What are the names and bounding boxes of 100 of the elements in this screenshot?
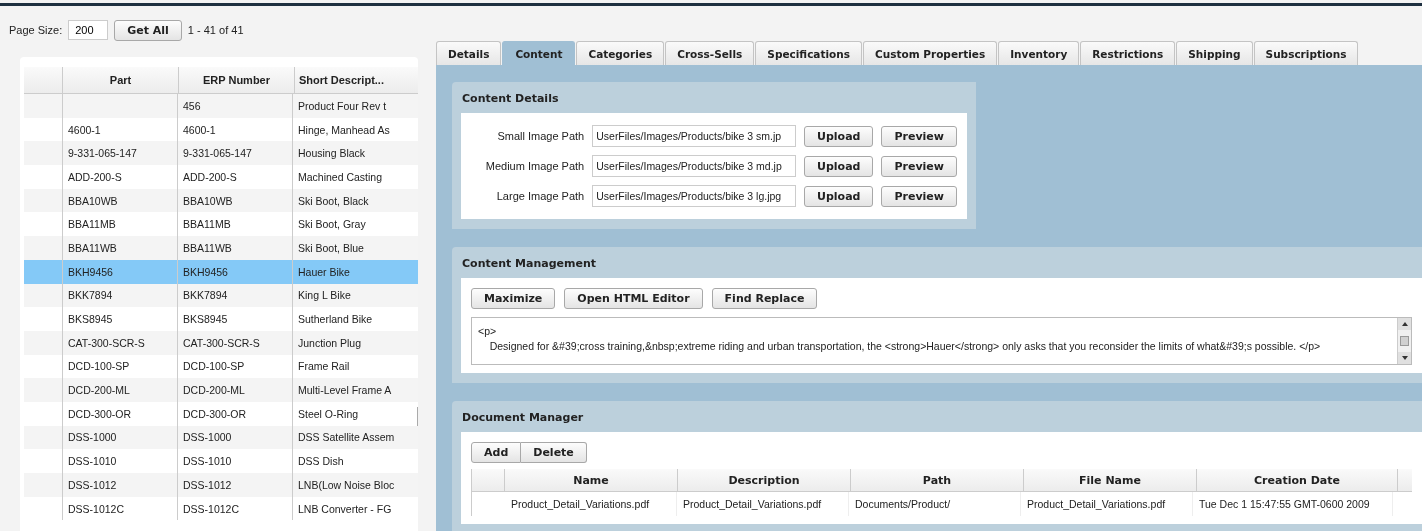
table-cell: DCD-200-ML xyxy=(183,384,245,397)
upload-button[interactable]: Upload xyxy=(804,125,874,147)
table-cell: BBA11MB xyxy=(183,218,231,231)
preview-button[interactable]: Preview xyxy=(881,155,957,177)
tab[interactable]: Specifications xyxy=(755,41,862,65)
page-size-field[interactable]: 200 xyxy=(68,20,109,40)
grid-row[interactable]: BBA11WB BBA11WB Ski Boot, Blue xyxy=(24,236,418,260)
tab[interactable]: Custom Properties xyxy=(863,41,998,65)
grid-row[interactable]: BKH9456 BKH9456 Hauer Bike xyxy=(24,259,418,284)
table-cell: Product_Detail_Variations.pdf xyxy=(1027,498,1166,510)
table-cell: 9-331-065-147 xyxy=(68,147,137,160)
table-cell: ADD-200-S xyxy=(68,170,122,183)
table-cell: DSS Satellite Assem xyxy=(298,431,395,444)
table-cell: Steel O-Ring xyxy=(298,407,359,420)
panel-title: Content Management xyxy=(461,256,598,272)
grid-row[interactable]: BKK7894 BKK7894 King L Bike xyxy=(24,283,418,308)
table-cell: BBA11MB xyxy=(68,218,116,231)
table-cell: BKK7894 xyxy=(183,289,228,302)
table-cell: DSS-1010 xyxy=(68,455,117,468)
table-cell: 4600-1 xyxy=(68,123,101,136)
image-path-field[interactable]: UserFiles/Images/Products/bike 3 md.jp xyxy=(592,155,797,177)
table-cell: BKS8945 xyxy=(183,313,228,326)
table-cell: BBA10WB xyxy=(183,194,233,207)
column-header[interactable]: Creation Date xyxy=(1197,469,1398,491)
tab[interactable]: Restrictions xyxy=(1080,41,1176,65)
table-cell: 456 xyxy=(183,99,201,112)
panel-title: Document Manager xyxy=(461,410,585,426)
table-cell: DSS-1012C xyxy=(183,502,240,515)
table-cell: DCD-100-SP xyxy=(183,360,245,373)
table-cell: Ski Boot, Gray xyxy=(298,218,366,231)
table-cell: LNB Converter - FG xyxy=(298,502,392,515)
column-header[interactable]: Description xyxy=(678,469,851,491)
column-header[interactable]: File Name xyxy=(1024,469,1197,491)
table-cell: DSS-1012 xyxy=(68,478,117,491)
tab[interactable]: Shipping xyxy=(1176,41,1253,65)
tab[interactable]: Categories xyxy=(576,41,665,65)
tab[interactable]: Cross-Sells xyxy=(665,41,755,65)
table-cell: Machined Casting xyxy=(298,170,383,183)
table-cell: Frame Rail xyxy=(298,360,350,373)
table-cell: DCD-100-SP xyxy=(68,360,130,373)
field-label: Small Image Path xyxy=(496,130,585,142)
grid-row[interactable]: DCD-200-ML DCD-200-ML Multi-Level Frame A xyxy=(24,378,418,402)
table-cell: 4600-1 xyxy=(183,123,216,136)
image-path-field[interactable]: UserFiles/Images/Products/bike 3 lg.jpg xyxy=(592,185,797,207)
table-cell: BKS8945 xyxy=(68,313,113,326)
table-cell: Documents/Product/ xyxy=(855,498,951,510)
table-cell: DSS-1010 xyxy=(183,455,232,468)
grid-row[interactable]: DSS-1012 DSS-1012 LNB(Low Noise Bloc xyxy=(24,473,418,497)
toolbar-button[interactable]: Open HTML Editor xyxy=(564,288,703,309)
column-header[interactable]: ERP Number xyxy=(179,67,295,93)
grid-row[interactable]: 9-331-065-147 9-331-065-147 Housing Black xyxy=(24,141,418,166)
get-all-button[interactable]: Get All xyxy=(114,19,182,41)
grid-row[interactable]: CAT-300-SCR-S CAT-300-SCR-S Junction Plug xyxy=(24,330,418,355)
table-cell: Product Four Rev t xyxy=(298,99,387,112)
tab[interactable]: Details xyxy=(436,41,502,65)
table-cell: DSS Dish xyxy=(298,455,344,468)
image-path-field[interactable]: UserFiles/Images/Products/bike 3 sm.jp xyxy=(592,125,797,147)
toolbar-button[interactable]: Add xyxy=(471,442,522,463)
grid-row[interactable]: BBA10WB BBA10WB Ski Boot, Black xyxy=(24,188,418,213)
table-cell: DSS-1000 xyxy=(183,431,232,444)
grid-row[interactable]: 456 Product Four Rev t xyxy=(24,94,418,118)
table-cell: DCD-300-OR xyxy=(68,407,131,420)
column-header[interactable]: Name xyxy=(505,469,678,491)
table-cell: DCD-300-OR xyxy=(183,407,246,420)
table-cell: DSS-1000 xyxy=(68,431,117,444)
table-cell: Product_Detail_Variations.pdf xyxy=(511,498,650,510)
preview-button[interactable]: Preview xyxy=(881,185,957,207)
table-cell: Junction Plug xyxy=(298,336,362,349)
paging-info: 1 - 41 of 41 xyxy=(187,24,244,36)
upload-button[interactable]: Upload xyxy=(804,155,874,177)
table-cell: Ski Boot, Blue xyxy=(298,241,364,254)
page-size-label: Page Size: xyxy=(9,24,63,36)
tab[interactable]: Inventory xyxy=(998,41,1080,65)
table-cell: BBA11WB xyxy=(68,241,117,254)
upload-button[interactable]: Upload xyxy=(804,185,874,207)
column-header[interactable]: Part xyxy=(63,67,179,93)
table-cell: BBA11WB xyxy=(183,241,232,254)
table-cell: LNB(Low Noise Bloc xyxy=(298,478,395,491)
column-header[interactable]: Short Descript... xyxy=(295,67,418,93)
toolbar-button[interactable]: Maximize xyxy=(471,288,556,309)
table-cell: BKH9456 xyxy=(68,265,113,278)
table-cell: BKH9456 xyxy=(183,265,228,278)
toolbar-button[interactable]: Delete xyxy=(521,442,587,463)
table-cell: Sutherland Bike xyxy=(298,313,373,326)
column-header[interactable]: Path xyxy=(851,469,1024,491)
tab[interactable]: Content xyxy=(502,41,576,65)
table-cell: ADD-200-S xyxy=(183,170,237,183)
field-label: Large Image Path xyxy=(495,190,585,202)
table-cell: BKK7894 xyxy=(68,289,113,302)
grid-row[interactable]: DSS-1000 DSS-1000 DSS Satellite Assem xyxy=(24,425,418,450)
preview-button[interactable]: Preview xyxy=(881,125,957,147)
table-cell: King L Bike xyxy=(298,289,351,302)
table-cell: Housing Black xyxy=(298,147,366,160)
panel-title: Content Details xyxy=(461,91,560,107)
table-cell: DSS-1012C xyxy=(68,502,125,515)
table-cell: BBA10WB xyxy=(68,194,118,207)
table-cell: DCD-200-ML xyxy=(68,384,130,397)
tab[interactable]: Subscriptions xyxy=(1253,41,1359,65)
table-cell: Product_Detail_Variations.pdf xyxy=(683,498,822,510)
toolbar-button[interactable]: Find Replace xyxy=(711,288,818,309)
